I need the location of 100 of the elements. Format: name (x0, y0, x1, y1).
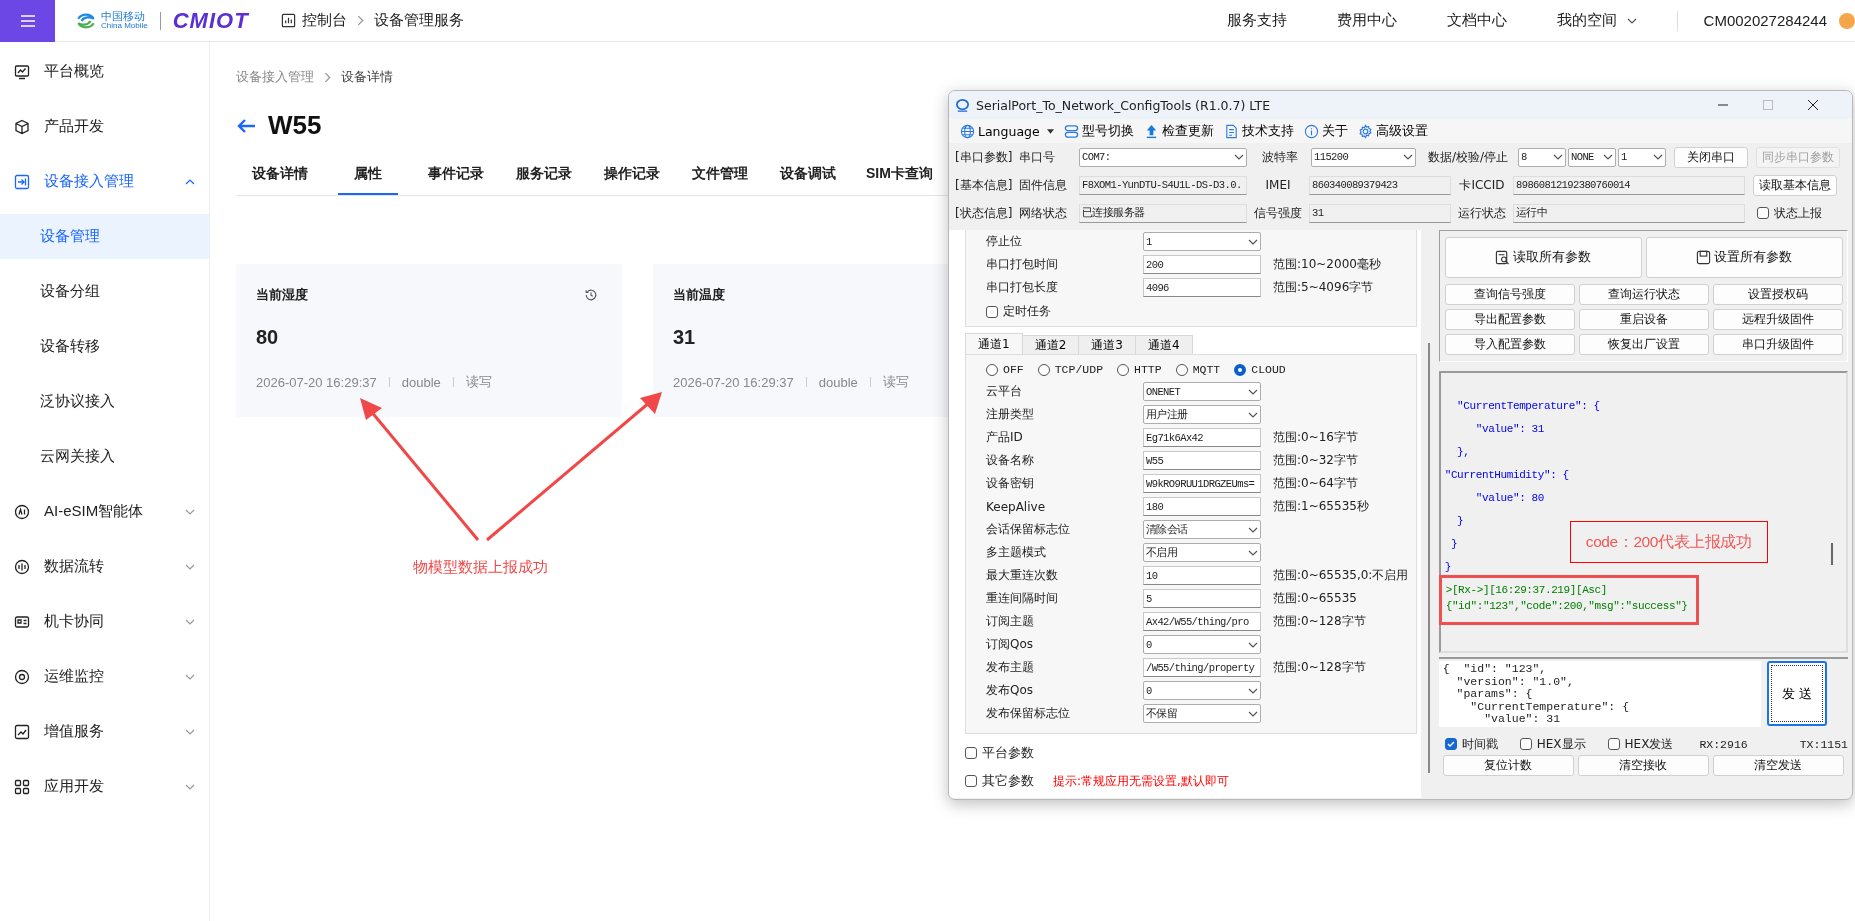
text-field[interactable]: 4096 (1143, 278, 1261, 297)
close-port-button[interactable]: 关闭串口 (1674, 146, 1748, 168)
tab[interactable]: SIM卡查询 (866, 165, 933, 195)
text-field[interactable]: 200 (1143, 255, 1261, 274)
menu-button[interactable] (0, 0, 55, 42)
nav-link[interactable]: 费用中心 (1336, 11, 1397, 30)
tab[interactable]: 通道4 (1134, 335, 1193, 354)
breadcrumb-link[interactable]: 控制台 (301, 11, 347, 30)
action-button[interactable]: 清空发送 (1712, 755, 1844, 776)
sidebar-item[interactable]: 产品开发 (0, 99, 209, 154)
sidebar-item[interactable]: AI-eSIM智能体 (0, 484, 209, 539)
chevron-down-icon (1248, 411, 1258, 418)
sidebar-item[interactable]: 运维监控 (0, 649, 209, 704)
nav-link[interactable]: 我的空间 (1556, 11, 1637, 30)
sidebar-subitem[interactable]: 设备转移 (0, 319, 209, 374)
action-button[interactable]: 读取所有参数 (1444, 237, 1642, 278)
scrollbar[interactable] (1831, 543, 1833, 565)
action-button[interactable]: 设置所有参数 (1645, 237, 1843, 278)
sidebar-item[interactable]: 设备接入管理 (0, 154, 209, 209)
history-icon[interactable] (584, 288, 598, 302)
tab[interactable]: 服务记录 (514, 165, 574, 195)
toolbar-button[interactable]: 技术支持 (1220, 122, 1297, 140)
sidebar-item[interactable]: 数据流转 (0, 539, 209, 594)
action-button[interactable]: 清空接收 (1577, 755, 1709, 776)
scrollbar[interactable] (1428, 343, 1430, 773)
tab[interactable]: 设备详情 (250, 165, 310, 195)
toolbar-button[interactable]: Language (957, 123, 1057, 139)
dropdown[interactable]: 不启用 (1143, 543, 1261, 562)
back-arrow-icon[interactable] (236, 117, 256, 134)
text-field[interactable]: /W55/thing/property (1143, 658, 1261, 677)
action-button[interactable]: 复位计数 (1442, 755, 1574, 776)
action-button[interactable]: 导入配置参数 (1444, 334, 1575, 355)
dropdown[interactable]: 用户注册 (1143, 405, 1261, 424)
toolbar-button[interactable]: 型号切换 (1060, 122, 1137, 140)
sidebar-item[interactable]: 增值服务 (0, 704, 209, 759)
dropdown[interactable]: 不保留 (1143, 704, 1261, 723)
checkbox[interactable] (1757, 207, 1769, 219)
tab[interactable]: 文件管理 (690, 165, 750, 195)
text-field[interactable]: 180 (1143, 497, 1261, 516)
nav-link[interactable]: 文档中心 (1446, 11, 1507, 30)
dropdown[interactable]: 115200 (1311, 147, 1416, 167)
account-name[interactable]: CM002027284244 (1703, 12, 1827, 29)
action-button[interactable]: 串口升级固件 (1712, 334, 1843, 355)
sidebar-subitem[interactable]: 设备分组 (0, 264, 209, 319)
radio-button[interactable] (1175, 363, 1188, 376)
tab[interactable]: 设备调试 (778, 165, 838, 195)
text-field[interactable]: W55 (1143, 451, 1261, 470)
dropdown[interactable]: NONE (1568, 147, 1616, 167)
action-button[interactable]: 设置授权码 (1712, 284, 1843, 305)
sidebar-subitem[interactable]: 泛协议接入 (0, 374, 209, 429)
toolbar-button[interactable]: 关于 (1300, 122, 1351, 140)
send-text-area[interactable]: { "id": "123", "version": "1.0", "params": { "CurrentTemperature": { "value": 31 (1438, 661, 1761, 727)
sidebar-item[interactable]: 应用开发 (0, 759, 209, 814)
dropdown[interactable]: COM7: (1079, 147, 1247, 167)
text-field[interactable]: W9kRO9RUU1DRGZEUms= (1143, 474, 1261, 493)
dropdown[interactable]: 1 (1618, 147, 1666, 167)
text-field[interactable]: Ax42/W55/thing/pro (1143, 612, 1261, 631)
tab[interactable]: 操作记录 (602, 165, 662, 195)
dropdown[interactable]: 0 (1143, 635, 1261, 654)
text-field[interactable]: Eg71k6Ax42 (1143, 428, 1261, 447)
sidebar-subitem[interactable]: 设备管理 (0, 214, 209, 259)
dropdown[interactable]: 清除会话 (1143, 520, 1261, 539)
action-button[interactable]: 远程升级固件 (1712, 309, 1843, 330)
sidebar-item[interactable]: 机卡协同 (0, 594, 209, 649)
checkbox[interactable] (1607, 738, 1620, 750)
tab[interactable]: 通道2 (1021, 335, 1080, 354)
radio-button[interactable] (1234, 363, 1247, 376)
sidebar-item[interactable]: 平台概览 (0, 44, 209, 99)
checkbox[interactable] (1444, 738, 1457, 750)
tab[interactable]: 事件记录 (426, 165, 486, 195)
dropdown[interactable]: 1 (1143, 232, 1261, 251)
field-label: 停止位 (986, 233, 1023, 250)
send-button[interactable]: 发 送 (1766, 661, 1827, 726)
checkbox[interactable] (1519, 738, 1532, 750)
radio-button[interactable] (986, 363, 998, 376)
text-field[interactable]: 10 (1143, 566, 1261, 585)
action-button[interactable]: 导出配置参数 (1444, 309, 1575, 330)
radio-button[interactable] (1037, 363, 1050, 376)
read-info-button[interactable]: 读取基本信息 (1753, 174, 1837, 196)
action-button[interactable]: 查询信号强度 (1444, 284, 1575, 305)
toolbar-button[interactable]: 检查更新 (1140, 122, 1217, 140)
close-icon[interactable] (1807, 99, 1819, 111)
action-button[interactable]: 查询运行状态 (1578, 284, 1709, 305)
toolbar-button[interactable]: 高级设置 (1354, 122, 1431, 140)
action-button[interactable]: 重启设备 (1578, 309, 1709, 330)
dropdown[interactable]: 8 (1518, 147, 1566, 167)
checkbox[interactable] (965, 775, 977, 787)
tab[interactable]: 属性 (338, 165, 398, 195)
text-field[interactable]: 5 (1143, 589, 1261, 608)
dropdown[interactable]: ONENET (1143, 382, 1261, 401)
dropdown[interactable]: 0 (1143, 681, 1261, 700)
radio-button[interactable] (1117, 363, 1130, 376)
checkbox[interactable] (986, 305, 998, 318)
action-button[interactable]: 恢复出厂设置 (1578, 334, 1709, 355)
breadcrumb-link[interactable]: 设备接入管理 (236, 68, 314, 86)
checkbox[interactable] (965, 747, 977, 759)
tab[interactable]: 通道1 (965, 333, 1023, 354)
sidebar-subitem[interactable]: 云网关接入 (0, 429, 209, 484)
tab[interactable]: 通道3 (1078, 335, 1136, 354)
nav-link[interactable]: 服务支持 (1226, 11, 1287, 30)
